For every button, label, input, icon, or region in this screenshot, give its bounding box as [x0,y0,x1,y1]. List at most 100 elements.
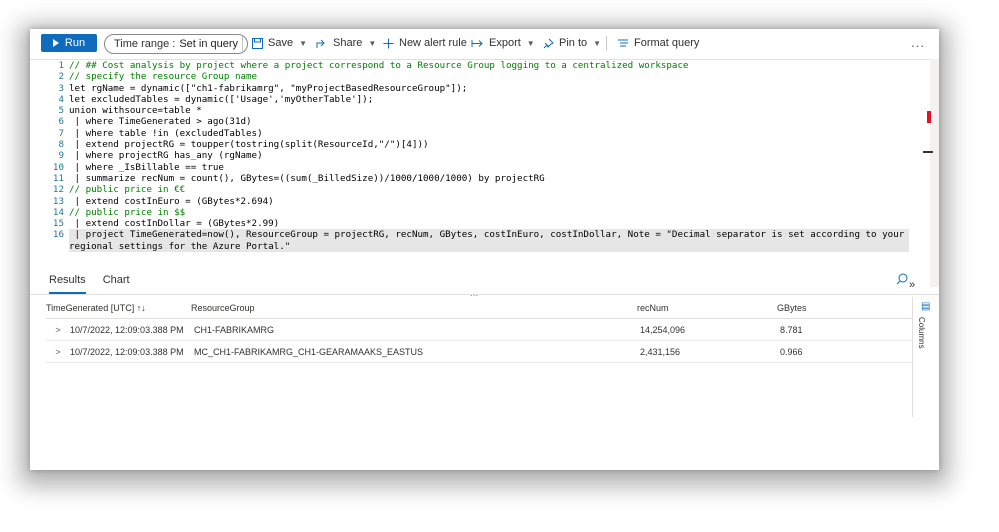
code-line: regional settings for the Azure Portal." [69,240,909,253]
pin-label: Pin to [559,37,588,49]
line-number: 12 [52,184,64,196]
plus-icon [383,38,394,48]
column-header-resourcegroup[interactable]: ResourceGroup [191,303,637,313]
run-label: Run [64,37,86,49]
save-label: Save [268,37,294,49]
line-number: 9 [58,150,64,162]
column-label: TimeGenerated [UTC] [46,303,135,313]
cell-timegenerated: 10/7/2022, 12:09:03.388 PM [70,324,184,335]
pin-to-button[interactable]: Pin to ▼ [543,35,601,51]
column-header-gbytes[interactable]: GBytes [777,303,897,313]
code-line: let rgName = dynamic(["ch1-fabrikamrg", … [69,82,468,94]
code-line: // specify the resource Group name [69,71,258,83]
more-options-button[interactable]: ... [911,35,925,50]
columns-panel-label: Columns [917,317,926,349]
line-number: 11 [52,172,64,184]
chevron-down-icon: ▼ [593,38,602,48]
column-header-timegenerated[interactable]: TimeGenerated [UTC] ↑↓ [46,303,191,313]
tab-chart[interactable]: Chart [103,274,130,294]
line-number: 3 [58,82,64,94]
time-range-value: Set in query [179,38,239,50]
query-editor[interactable]: 1 2 3 4 5 6 7 8 9 10 11 12 13 14 15 16 // ## Cost analy… [30,59,930,288]
cell-gbytes: 8.781 [780,324,803,335]
save-icon [252,37,263,49]
new-alert-label: New alert rule [399,37,467,49]
collapse-editor-button[interactable]: » [909,279,915,291]
code-line: // ## Cost analysis by project where a p… [69,60,689,71]
new-alert-rule-button[interactable]: New alert rule [383,35,467,51]
export-icon [471,39,483,47]
code-line: // public price in $$ [69,206,186,218]
code-line: | where table !in (excludedTables) [69,127,263,139]
run-button[interactable]: Run [41,34,97,52]
code-line: // public price in €€ [69,184,186,196]
toolbar-divider [606,36,607,51]
expand-row-button[interactable]: > [46,325,70,335]
format-icon [618,39,628,46]
cell-gbytes: 0.966 [780,346,803,357]
cursor-marker [923,151,933,153]
results-divider [30,294,939,295]
table-row[interactable]: >10/7/2022, 12:09:03.388 PM CH1-FABRIKAMR… [46,319,912,341]
cell-resourcegroup: CH1-FABRIKAMRG [194,324,275,335]
line-number-gutter: 1 2 3 4 5 6 7 8 9 10 11 12 13 14 15 16 [30,60,64,252]
column-header-recnum[interactable]: recNum [637,303,777,313]
line-number: 6 [58,116,64,128]
chevron-down-icon: ▼ [368,38,377,48]
cell-recnum: 14,254,096 [640,324,686,335]
grid-header: TimeGenerated [UTC] ↑↓ ResourceGroup rec… [46,298,912,319]
play-icon [52,39,59,47]
editor-scrollbar[interactable] [930,59,939,287]
code-line: | project TimeGenerated=now(), ResourceG… [69,229,909,241]
code-line: let excludedTables = dynamic(['Usage','m… [69,93,374,105]
time-range-label: Time range : [114,38,176,50]
results-tabs: Results Chart [49,274,147,294]
line-number: 2 [58,71,64,83]
cell-recnum: 2,431,156 [640,346,681,357]
chevron-down-icon: ▼ [526,38,535,48]
format-label: Format query [634,37,700,49]
error-marker [927,111,931,123]
code-line: | summarize recNum = count(), GBytes=((s… [69,172,545,184]
code-line: | extend costInDollar = (GBytes*2.99) [69,218,280,230]
line-number: 8 [58,139,64,151]
save-button[interactable]: Save ▼ [252,35,307,51]
chevron-down-icon: ▼ [299,38,307,48]
log-analytics-panel: Run Time range : Set in query Save ▼ Sha… [30,29,939,470]
table-row[interactable]: >10/7/2022, 12:09:03.388 PM MC_CH1-FABRIK… [46,341,912,363]
code-line: | extend projectRG = toupper(tostring(sp… [69,139,429,151]
line-number: 1 [58,60,64,71]
cell-resourcegroup: MC_CH1-FABRIKAMRG_CH1-GEARAMAAKS_EASTUS [194,346,424,357]
search-icon [896,273,908,285]
line-number: 5 [58,105,64,117]
line-number: 15 [52,218,64,230]
line-number: 7 [58,127,64,139]
columns-icon: ▤ [921,301,931,312]
toolbar-divider [242,36,243,51]
code-line: union withsource=table * [69,105,202,117]
code-line: | where _IsBillable == true [69,161,224,173]
time-range-button[interactable]: Time range : Set in query [104,34,249,54]
code-line: | where projectRG has_any (rgName) [69,150,263,162]
query-toolbar: Run Time range : Set in query Save ▼ Sha… [30,29,939,59]
code-line: | where TimeGenerated > ago(31d) [69,116,252,128]
expand-row-button[interactable]: > [46,347,70,357]
line-number: 14 [52,206,64,218]
share-icon [316,39,325,48]
tab-results[interactable]: Results [49,274,86,294]
code-line: | extend costInEuro = (GBytes*2.694) [69,195,274,207]
share-button[interactable]: Share ▼ [316,35,376,51]
line-number: 16 [52,229,64,241]
columns-panel-toggle[interactable]: ▤ Columns [912,297,940,417]
format-query-button[interactable]: Format query [617,35,699,51]
line-number: 13 [52,195,64,207]
export-label: Export [489,37,521,49]
sort-icon[interactable]: ↑↓ [137,303,146,313]
search-button[interactable] [896,272,908,290]
share-label: Share [333,37,363,49]
line-number [30,241,64,252]
line-number: 10 [52,161,64,173]
pin-icon [543,38,554,48]
code-area[interactable]: // ## Cost analysis by project where a p… [69,60,909,253]
export-button[interactable]: Export ▼ [471,35,535,51]
